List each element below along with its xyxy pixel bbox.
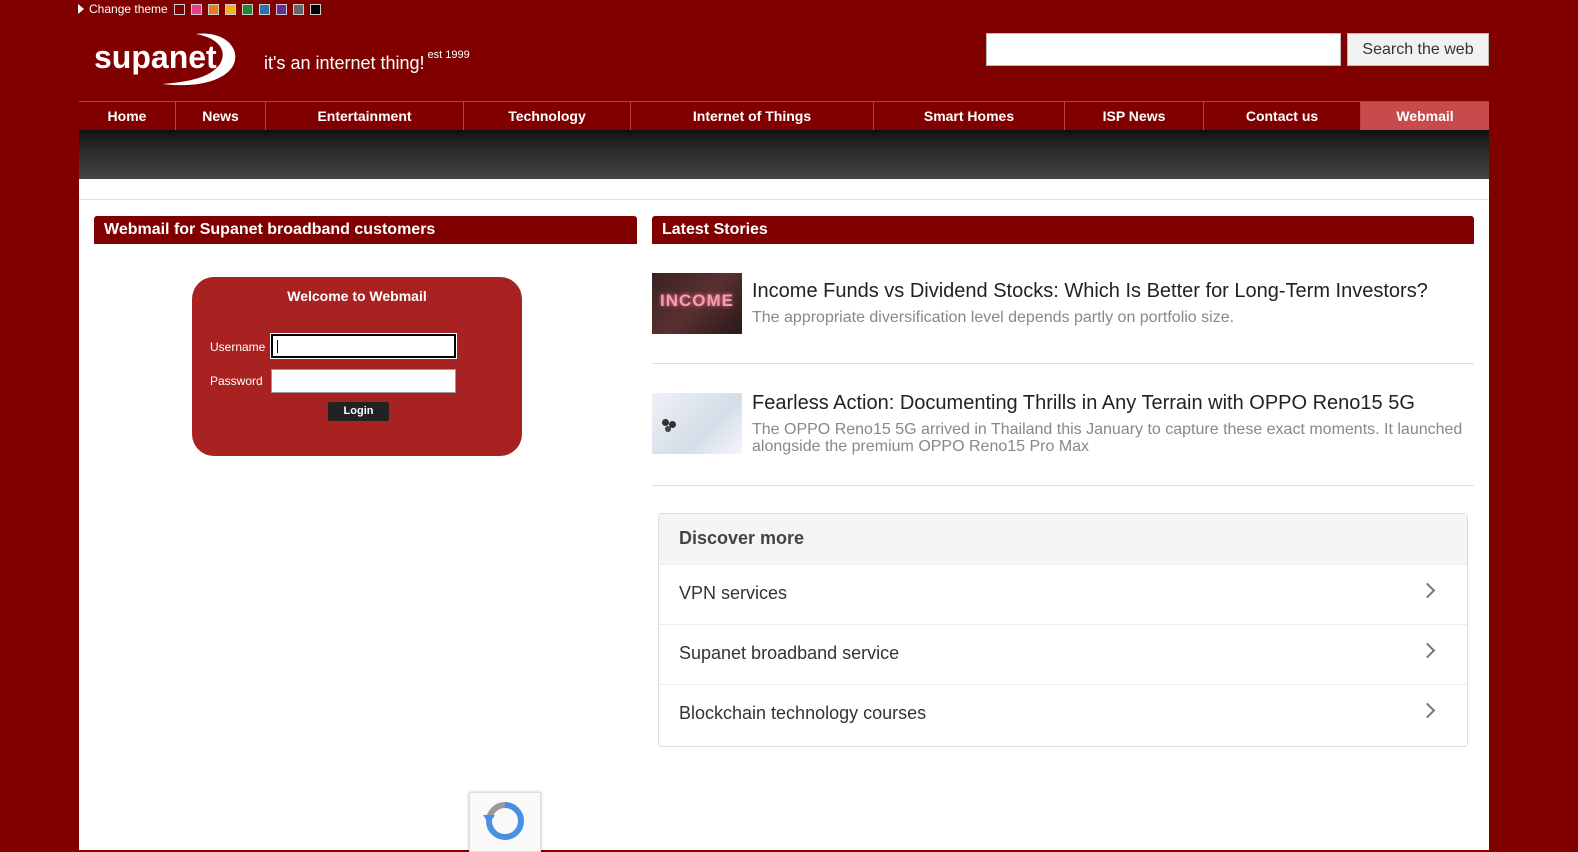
theme-swatch-blue[interactable] <box>258 3 270 15</box>
theme-swatch-black[interactable] <box>309 3 321 15</box>
story-separator <box>652 485 1474 486</box>
main-nav: Home News Entertainment Technology Inter… <box>79 101 1489 131</box>
chevron-right-icon <box>1419 582 1436 599</box>
tagline: it's an internet thing! est 1999 <box>264 49 470 74</box>
login-box: Welcome to Webmail Username Password Log… <box>192 277 522 456</box>
supanet-logo-graphic: supanet <box>94 33 236 86</box>
text-caret <box>277 340 278 353</box>
nav-isp-news[interactable]: ISP News <box>1065 102 1204 131</box>
theme-swatch-purple[interactable] <box>275 3 287 15</box>
story-image-text: INCOME <box>660 291 734 310</box>
nav-news[interactable]: News <box>176 102 266 131</box>
nav-contact-us[interactable]: Contact us <box>1204 102 1361 131</box>
camera-lens-icon <box>665 426 671 432</box>
theme-bar: Change theme <box>78 2 327 16</box>
story-separator <box>652 363 1474 364</box>
supanet-logo[interactable]: supanet <box>92 32 242 88</box>
sub-nav-bar <box>79 130 1489 179</box>
theme-swatch-maroon[interactable] <box>173 3 185 15</box>
story-description: The appropriate diversification level de… <box>752 309 1235 326</box>
password-label: Password <box>210 374 263 388</box>
theme-swatch-yellow[interactable] <box>224 3 236 15</box>
discover-item-broadband[interactable]: Supanet broadband service <box>659 624 1467 684</box>
story-image-phone[interactable] <box>652 393 742 454</box>
logo-text: supanet <box>94 39 217 75</box>
discover-item-label: VPN services <box>679 583 788 603</box>
nav-technology[interactable]: Technology <box>464 102 631 131</box>
nav-webmail[interactable]: Webmail <box>1361 102 1489 131</box>
recaptcha-icon <box>483 802 524 840</box>
login-button[interactable]: Login <box>328 402 389 421</box>
triangle-right-icon[interactable] <box>78 4 84 14</box>
main-content: Webmail for Supanet broadband customers … <box>79 179 1489 852</box>
chevron-right-icon <box>1419 642 1436 659</box>
discover-more-title: Discover more <box>659 514 1467 564</box>
password-field[interactable] <box>271 369 456 393</box>
theme-swatch-green[interactable] <box>241 3 253 15</box>
login-title: Welcome to Webmail <box>287 288 427 304</box>
camera-lens-icon <box>662 419 669 426</box>
nav-internet-of-things[interactable]: Internet of Things <box>631 102 874 131</box>
discover-item-label: Blockchain technology courses <box>679 703 927 723</box>
nav-smart-homes[interactable]: Smart Homes <box>874 102 1065 131</box>
tagline-text: it's an internet thing! <box>264 53 425 73</box>
theme-swatch-pink[interactable] <box>190 3 202 15</box>
chevron-right-icon <box>1419 702 1436 719</box>
webmail-section-title: Webmail for Supanet broadband customers <box>94 216 637 244</box>
discover-item-label: Supanet broadband service <box>679 643 900 663</box>
username-label: Username <box>210 340 266 354</box>
search-web-button[interactable]: Search the web <box>1347 33 1489 66</box>
recaptcha-badge[interactable] <box>469 792 541 852</box>
theme-swatch-grey[interactable] <box>292 3 304 15</box>
latest-stories-title: Latest Stories <box>652 216 1474 244</box>
username-field[interactable] <box>271 334 456 358</box>
story-description: The OPPO Reno15 5G arrived in Thailand t… <box>752 421 1463 455</box>
story-title[interactable]: Fearless Action: Documenting Thrills in … <box>752 392 1415 415</box>
divider <box>79 199 1489 200</box>
nav-entertainment[interactable]: Entertainment <box>266 102 464 131</box>
discover-more-box: Discover more VPN services Supanet broad… <box>658 513 1468 747</box>
change-theme-label[interactable]: Change theme <box>89 2 168 16</box>
nav-home[interactable]: Home <box>79 102 176 131</box>
search-input[interactable] <box>986 33 1341 66</box>
story-title[interactable]: Income Funds vs Dividend Stocks: Which I… <box>752 280 1428 303</box>
tagline-est: est 1999 <box>427 49 470 61</box>
discover-item-blockchain[interactable]: Blockchain technology courses <box>659 684 1467 744</box>
theme-swatch-orange[interactable] <box>207 3 219 15</box>
discover-item-vpn[interactable]: VPN services <box>659 564 1467 624</box>
story-image-income[interactable]: INCOME <box>652 273 742 334</box>
